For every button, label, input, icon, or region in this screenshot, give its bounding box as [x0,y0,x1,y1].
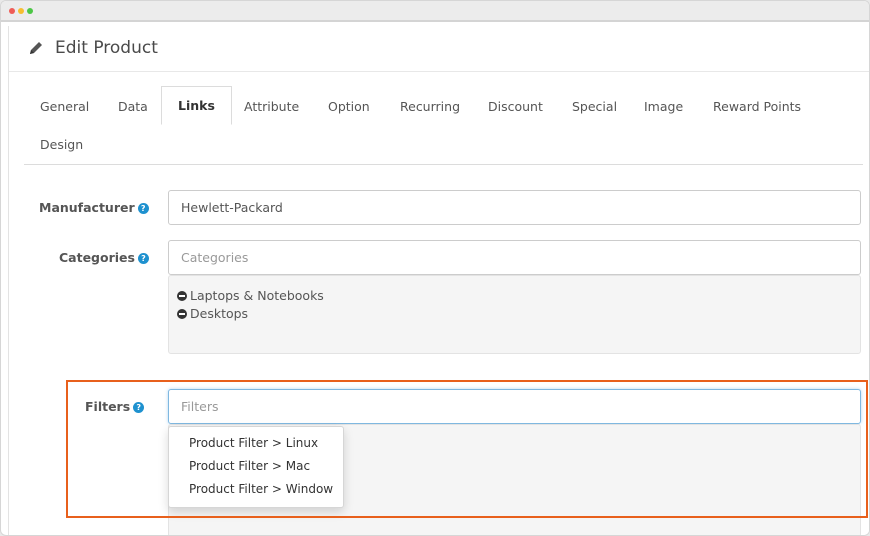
tab-option[interactable]: Option [312,88,386,126]
tab-general[interactable]: General [24,88,105,126]
help-icon[interactable]: ? [137,253,149,264]
tab-special[interactable]: Special [556,88,633,126]
minimize-window-button[interactable] [18,8,24,14]
category-label: Desktops [190,306,249,321]
list-item: Laptops & Notebooks [177,288,324,303]
tab-reward-points[interactable]: Reward Points [697,88,817,126]
categories-selected-list: Laptops & Notebooks Desktops [168,275,861,354]
manufacturer-label-text: Manufacturer [39,200,135,215]
close-window-button[interactable] [9,8,15,14]
categories-label-text: Categories [59,250,135,265]
app-window: Edit Product General Data Links Attribut… [0,0,870,536]
list-item: Desktops [177,306,248,321]
maximize-window-button[interactable] [27,8,33,14]
pencil-icon [30,42,42,54]
remove-minus-icon[interactable] [177,309,187,319]
category-label: Laptops & Notebooks [190,288,324,303]
window-titlebar [1,1,869,22]
tab-image[interactable]: Image [628,88,699,126]
page-title: Edit Product [55,38,158,58]
remove-minus-icon[interactable] [177,291,187,301]
tab-data[interactable]: Data [102,88,164,126]
tab-recurring[interactable]: Recurring [384,88,476,126]
tab-links[interactable]: Links [161,86,232,125]
tab-design[interactable]: Design [24,126,99,164]
product-tabs: General Data Links Attribute Option Recu… [24,86,863,165]
panel-heading: Edit Product [9,26,869,72]
categories-label: Categories? [59,250,149,265]
help-icon[interactable]: ? [137,203,149,214]
tab-attribute[interactable]: Attribute [228,88,315,126]
filters-highlight-box [66,380,868,518]
categories-input[interactable] [168,240,861,275]
tab-discount[interactable]: Discount [472,88,559,126]
manufacturer-label: Manufacturer? [39,200,149,215]
manufacturer-input[interactable] [168,190,861,225]
